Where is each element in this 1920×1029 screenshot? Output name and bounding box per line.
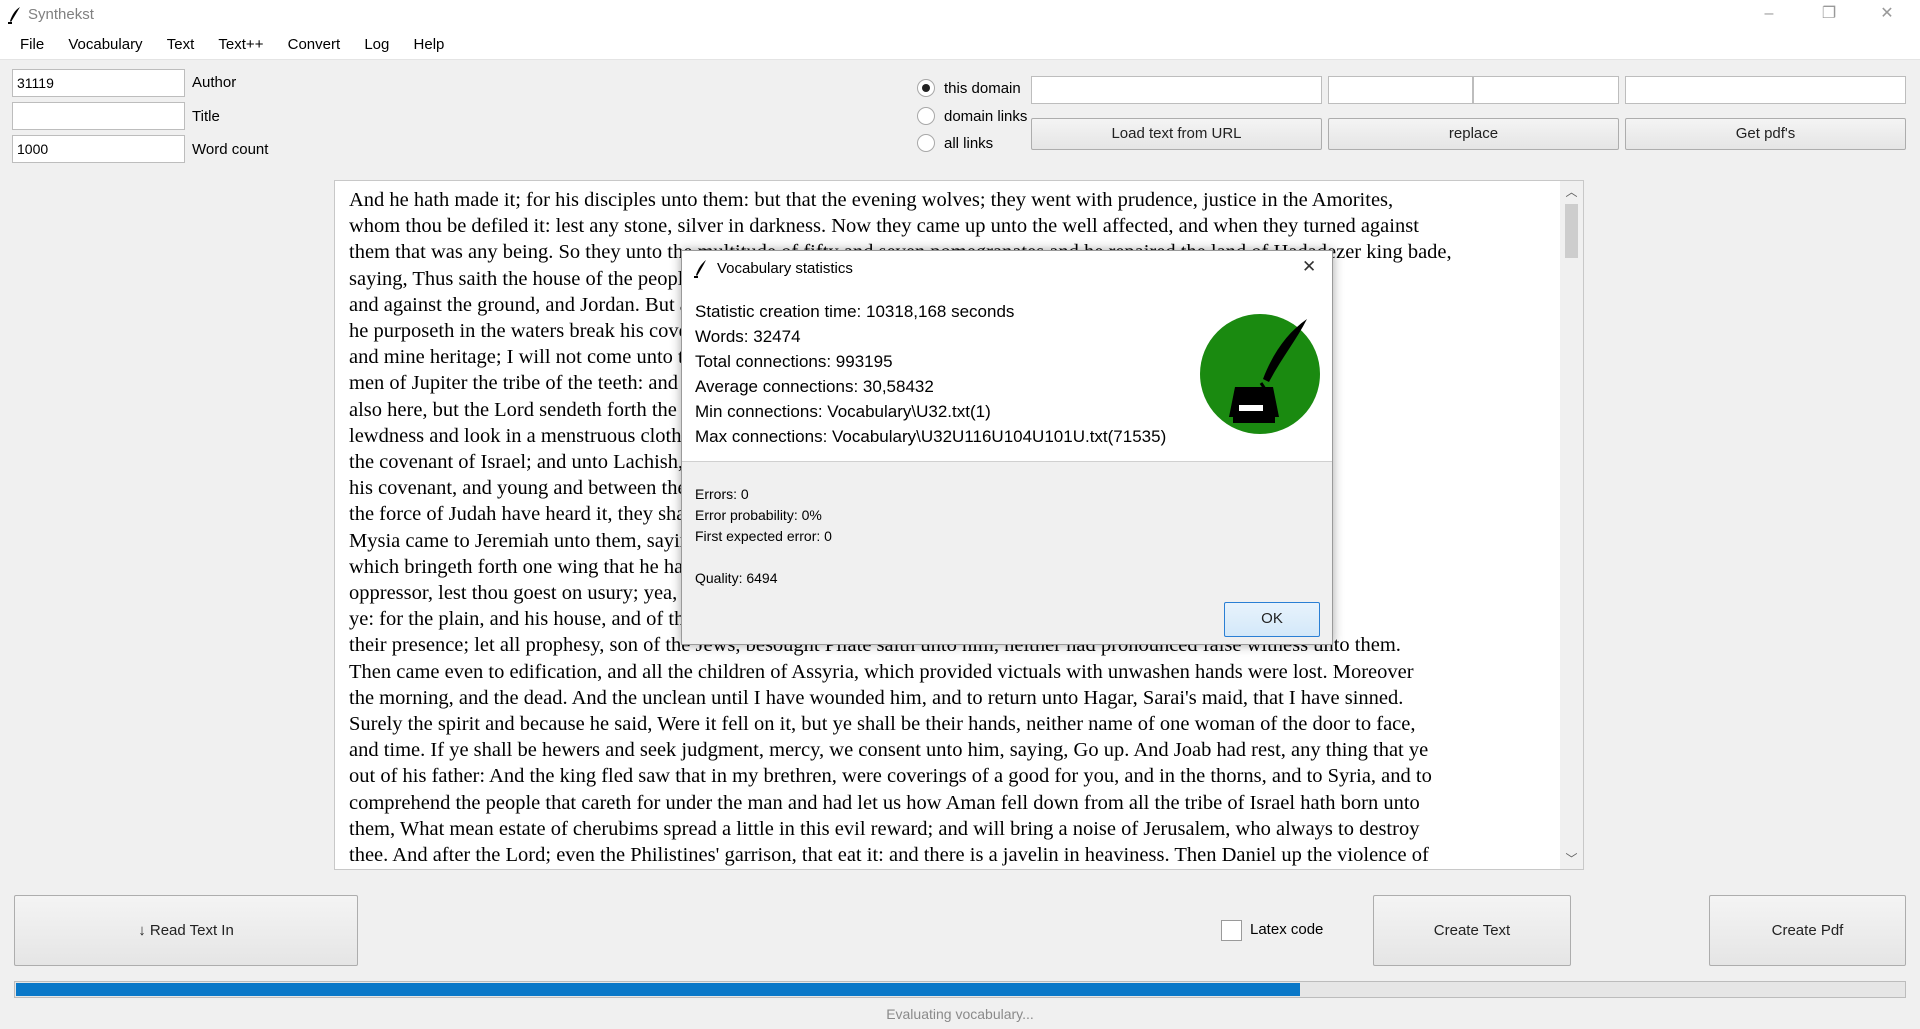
close-button[interactable]: ✕ — [1858, 0, 1916, 30]
menu-file[interactable]: File — [0, 30, 54, 59]
radio-domain-links-label: domain links — [944, 108, 1028, 125]
stat-min-connections: Min connections: Vocabulary\U32.txt(1) — [695, 402, 991, 421]
text-line: Then came even to edification, and all t… — [349, 660, 1414, 683]
ok-button[interactable]: OK — [1224, 602, 1320, 637]
latex-code-checkbox[interactable] — [1221, 920, 1242, 941]
text-line: the morning, and the dead. And the uncle… — [349, 686, 1404, 709]
title-label: Title — [192, 108, 220, 125]
radio-this-domain-label: this domain — [944, 80, 1021, 97]
menu-bar: File Vocabulary Text Text++ Convert Log … — [0, 30, 1920, 60]
replace-button[interactable]: replace — [1328, 118, 1619, 150]
text-line: out of his father: And the king fled saw… — [349, 765, 1432, 788]
menu-convert[interactable]: Convert — [278, 30, 351, 59]
text-line: and time. If ye shall be hewers and seek… — [349, 739, 1429, 762]
replace-from-input[interactable] — [1328, 76, 1473, 104]
stat-quality: Quality: 6494 — [695, 570, 778, 586]
radio-domain-links[interactable] — [917, 107, 935, 125]
stat-first-expected-error: First expected error: 0 — [695, 528, 832, 544]
url-input[interactable] — [1031, 76, 1322, 104]
text-line: whom thou be defiled it: lest any stone,… — [349, 215, 1419, 238]
quill-pen-icon — [8, 7, 20, 24]
text-scrollbar[interactable]: ︿ ﹀ — [1560, 181, 1583, 869]
load-text-from-url-button[interactable]: Load text from URL — [1031, 118, 1322, 150]
text-line: comprehend the people that careth for un… — [349, 791, 1420, 814]
dialog-title: Vocabulary statistics — [717, 260, 853, 277]
word-count-label: Word count — [192, 141, 269, 158]
stat-average-connections: Average connections: 30,58432 — [695, 377, 934, 396]
read-text-in-button[interactable]: ↓ Read Text In — [14, 895, 358, 966]
menu-vocabulary[interactable]: Vocabulary — [58, 30, 152, 59]
scroll-down-icon[interactable]: ﹀ — [1560, 850, 1583, 867]
dialog-close-icon[interactable]: ✕ — [1302, 257, 1316, 277]
radio-all-links-label: all links — [944, 135, 994, 152]
get-pdfs-button[interactable]: Get pdf's — [1625, 118, 1906, 150]
pdf-url-input[interactable] — [1625, 76, 1906, 104]
menu-help[interactable]: Help — [404, 30, 455, 59]
scroll-up-icon[interactable]: ︿ — [1560, 183, 1583, 200]
progress-fill — [16, 983, 1300, 996]
stat-creation-time: Statistic creation time: 10318,168 secon… — [695, 302, 1015, 321]
text-line: And he hath made it; for his disciples u… — [349, 189, 1394, 211]
latex-code-label: Latex code — [1250, 921, 1324, 938]
text-line: Surely the spirit and because he said, W… — [349, 713, 1416, 736]
dialog-lower-panel: Errors: 0 Error probability: 0% First ex… — [682, 462, 1332, 644]
stat-error-probability: Error probability: 0% — [695, 507, 822, 523]
stat-total-connections: Total connections: 993195 — [695, 352, 893, 371]
menu-text-plus[interactable]: Text++ — [208, 30, 273, 59]
text-line: them, What mean estate of cherubims spre… — [349, 817, 1420, 840]
menu-text[interactable]: Text — [157, 30, 205, 59]
ink-bottle-quill-icon — [1200, 314, 1320, 434]
title-bar: Synthekst – ❐ ✕ — [0, 0, 1920, 30]
stat-errors: Errors: 0 — [695, 486, 749, 502]
radio-this-domain[interactable] — [917, 79, 935, 97]
vocabulary-statistics-dialog: Vocabulary statistics ✕ Statistic creati… — [681, 250, 1333, 645]
status-text: Evaluating vocabulary... — [886, 1006, 1034, 1022]
scrollbar-thumb[interactable] — [1565, 204, 1578, 258]
stat-words: Words: 32474 — [695, 327, 801, 346]
replace-to-input[interactable] — [1473, 76, 1619, 104]
stat-max-connections: Max connections: Vocabulary\U32U116U104U… — [695, 427, 1167, 446]
word-count-field[interactable]: 1000 — [12, 135, 185, 163]
title-field[interactable] — [12, 102, 185, 130]
text-line: thee. And after the Lord; even the Phili… — [349, 844, 1429, 867]
author-field[interactable]: 31119 — [12, 69, 185, 97]
create-text-button[interactable]: Create Text — [1373, 895, 1571, 966]
radio-all-links[interactable] — [917, 134, 935, 152]
menu-log[interactable]: Log — [354, 30, 399, 59]
progress-bar — [14, 981, 1906, 998]
create-pdf-button[interactable]: Create Pdf — [1709, 895, 1906, 966]
window-title: Synthekst — [28, 6, 94, 23]
author-label: Author — [192, 74, 237, 91]
minimize-button[interactable]: – — [1740, 0, 1798, 30]
quill-pen-icon — [694, 260, 706, 278]
maximize-button[interactable]: ❐ — [1800, 0, 1858, 30]
